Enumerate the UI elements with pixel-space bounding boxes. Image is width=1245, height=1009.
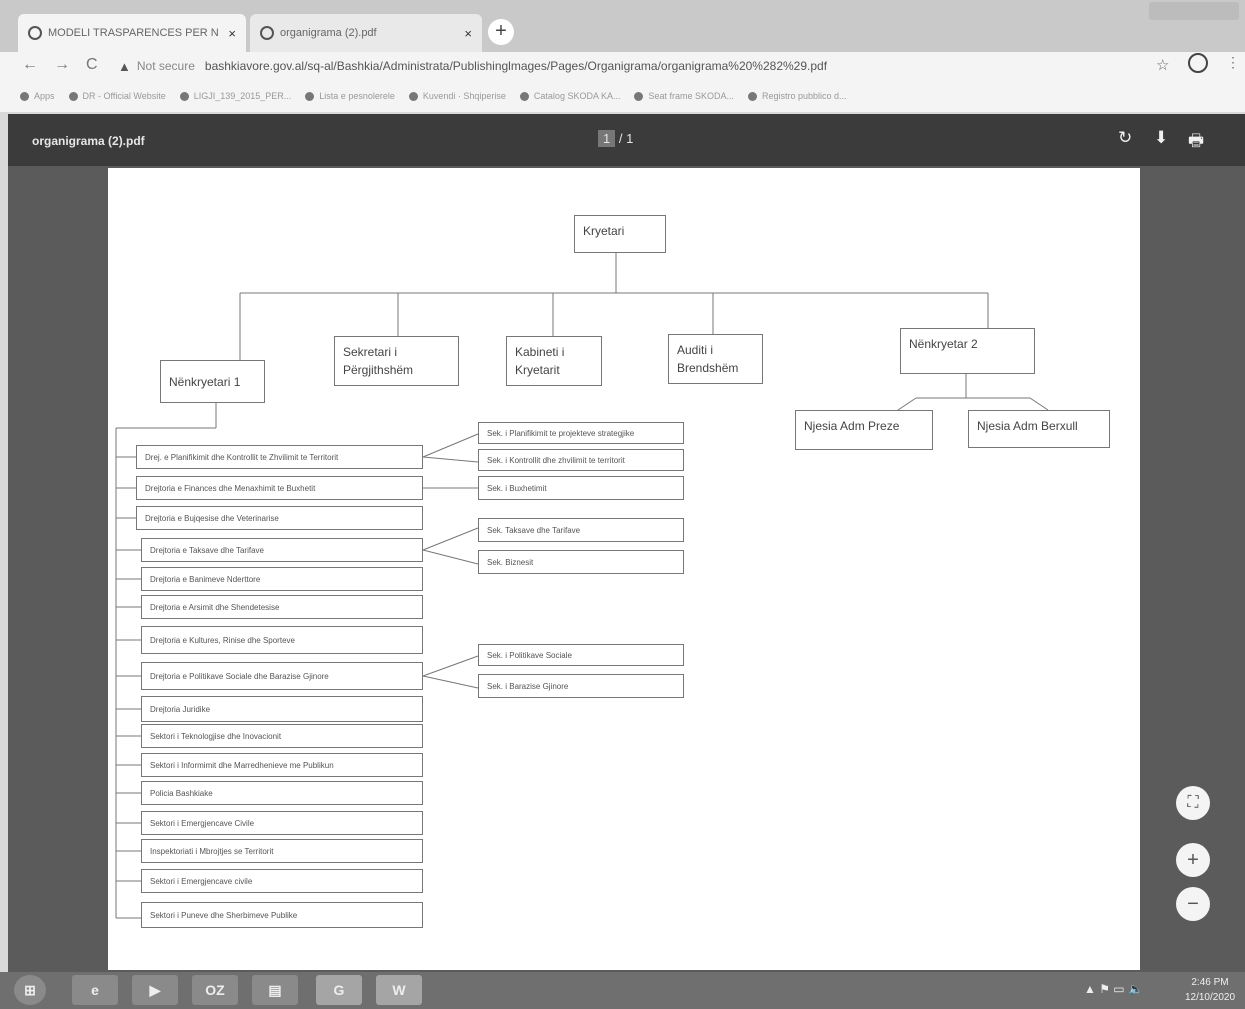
org-node-section: Sek. i Buxhetimit [478,476,684,500]
chrome-icon[interactable]: G [316,975,362,1005]
bookmark-icon [179,91,189,101]
org-node-department: Sektori i Emergjencave Civile [141,811,423,835]
browser-toolbar: ← → C ▲ Not secure bashkiavore.gov.al/sq… [0,52,1245,80]
org-node-section: Sek. i Politikave Sociale [478,644,684,666]
org-node-unit: Njesia Adm Preze [795,410,933,450]
tab-transparency[interactable]: MODELI TRASPARENCES PER N × [18,14,246,52]
bookmark-item[interactable]: LIGJI_139_2015_PER... [179,91,291,101]
org-node-mayor-cabinet: Kabineti i Kryetarit [506,336,602,386]
pdf-viewer: organigrama (2).pdf 1 / 1 ↻ ⬇ 🖶 Kryetari… [8,114,1245,972]
clock[interactable]: 2:46 PM 12/10/2020 [1180,975,1240,1005]
tab-title: MODELI TRASPARENCES PER N [48,27,219,39]
org-node-department: Inspektoriati i Mbrojtjes se Territorit [141,839,423,863]
bookmark-icon [68,91,78,101]
bookmark-item[interactable]: Seat frame SKODA... [634,91,734,101]
org-node-department: Drejtoria e Taksave dhe Tarifave [141,538,423,562]
bookmark-icon [305,91,315,101]
org-node-department: Sektori i Teknologjise dhe Inovacionit [141,724,423,748]
address-bar[interactable]: ▲ Not secure bashkiavore.gov.al/sq-al/Ba… [118,54,1138,78]
zoom-out-button[interactable]: − [1176,887,1210,921]
page-separator: / [618,131,623,146]
close-icon[interactable]: × [228,26,236,41]
file-explorer-icon[interactable]: ▤ [252,975,298,1005]
page-total: 1 [626,131,634,146]
org-node-mayor: Kryetari [574,215,666,253]
bookmark-icon [748,91,757,101]
bookmark-item[interactable]: Kuvendi · Shqiperise [408,91,506,101]
org-node-internal-audit: Auditi i Brendshëm [668,334,763,384]
media-player-icon[interactable]: ▶ [132,975,178,1005]
org-node-section: Sek. i Barazise Gjinore [478,674,684,698]
org-node-department: Policia Bashkiake [141,781,423,805]
bookmark-item[interactable]: Catalog SKODA KA... [519,91,620,101]
download-icon[interactable]: ⬇ [1154,128,1168,148]
warning-icon: ▲ [118,58,131,74]
fit-page-button[interactable]: ⛶ [1176,786,1210,820]
clock-time: 2:46 PM [1191,977,1229,988]
bookmark-icon [519,91,529,101]
taskbar: ⊞ e ▶ OZ ▤ G W ▲ ⚑ ▭ 🔈 2:46 PM 12/10/202… [0,972,1245,1009]
org-node-section: Sek. i Planifikimit te projekteve strate… [478,422,684,444]
org-node-department: Drejtoria e Kultures, Rinise dhe Sportev… [141,626,423,654]
bookmark-item[interactable]: Lista e pesnolerele [305,91,395,101]
window-controls[interactable] [1149,2,1239,20]
pdf-page: Kryetari Nënkryetari 1 Sekretari i Përgj… [108,168,1140,970]
menu-icon[interactable]: ⋮ [1226,54,1240,71]
org-node-department: Sektori i Informimit dhe Marredhenieve m… [141,753,423,777]
back-icon[interactable]: ← [22,56,38,74]
org-node-department: Drejtoria e Bujqesise dhe Veterinarise [136,506,423,530]
profile-icon[interactable] [1188,53,1208,73]
org-node-department: Drejtoria Juridike [141,696,423,722]
org-node-deputy-2: Nënkryetar 2 [900,328,1035,374]
bookmarks-bar: Apps DR - Official Website LIGJI_139_201… [0,80,1245,112]
page-indicator: 1 / 1 [598,130,634,147]
print-icon[interactable]: 🖶 [1188,128,1204,157]
org-node-unit: Njesia Adm Berxull [968,410,1110,448]
tab-strip: MODELI TRASPARENCES PER N × organigrama … [0,0,1245,52]
org-node-department: Sektori i Puneve dhe Sherbimeve Publike [141,902,423,928]
org-node-section: Sek. Biznesit [478,550,684,574]
system-tray-icons[interactable]: ▲ ⚑ ▭ 🔈 [1084,982,1143,996]
apps-icon [20,91,29,101]
globe-icon [260,26,274,40]
org-node-section: Sek. Taksave dhe Tarifave [478,518,684,542]
org-node-general-secretary: Sekretari i Përgjithshëm [334,336,459,386]
tab-title: organigrama (2).pdf [280,27,377,39]
org-node-department: Drej. e Planifikimit dhe Kontrollit te Z… [136,445,423,469]
url-text[interactable]: bashkiavore.gov.al/sq-al/Bashkia/Adminis… [205,59,827,73]
bookmark-icon [634,91,644,101]
clock-date: 12/10/2020 [1184,992,1236,1003]
rotate-icon[interactable]: ↻ [1118,128,1132,148]
reload-icon[interactable]: C [86,56,98,74]
start-button[interactable]: ⊞ [14,975,46,1005]
forward-icon[interactable]: → [54,56,70,74]
org-node-department: Drejtoria e Arsimit dhe Shendetesise [141,595,423,619]
bookmark-item[interactable]: Registro pubblico d... [748,91,847,101]
close-icon[interactable]: × [464,26,472,41]
org-node-deputy-1: Nënkryetari 1 [160,360,265,403]
org-node-department: Sektori i Emergjencave civile [141,869,423,893]
page-number-input[interactable]: 1 [598,130,616,147]
zoom-in-button[interactable]: + [1176,843,1210,877]
ie-icon[interactable]: e [72,975,118,1005]
pdf-toolbar: organigrama (2).pdf 1 / 1 ↻ ⬇ 🖶 [8,114,1245,166]
org-node-department: Drejtoria e Finances dhe Menaxhimit te B… [136,476,423,500]
security-label: Not secure [136,59,195,73]
org-node-department: Drejtoria e Banimeve Nderttore [141,567,423,591]
new-tab-button[interactable]: + [488,19,514,45]
org-node-department: Drejtoria e Politikave Sociale dhe Baraz… [141,662,423,690]
bookmark-apps[interactable]: Apps [20,91,55,101]
outlook-icon[interactable]: OZ [192,975,238,1005]
pdf-title: organigrama (2).pdf [32,134,145,148]
org-node-section: Sek. i Kontrollit dhe zhvilimit te terri… [478,449,684,471]
tab-organigrama[interactable]: organigrama (2).pdf × [250,14,482,52]
word-icon[interactable]: W [376,975,422,1005]
globe-icon [28,26,42,40]
bookmark-icon [408,91,418,101]
bookmark-item[interactable]: DR - Official Website [68,91,166,101]
bookmark-star-icon[interactable]: ☆ [1156,56,1169,74]
